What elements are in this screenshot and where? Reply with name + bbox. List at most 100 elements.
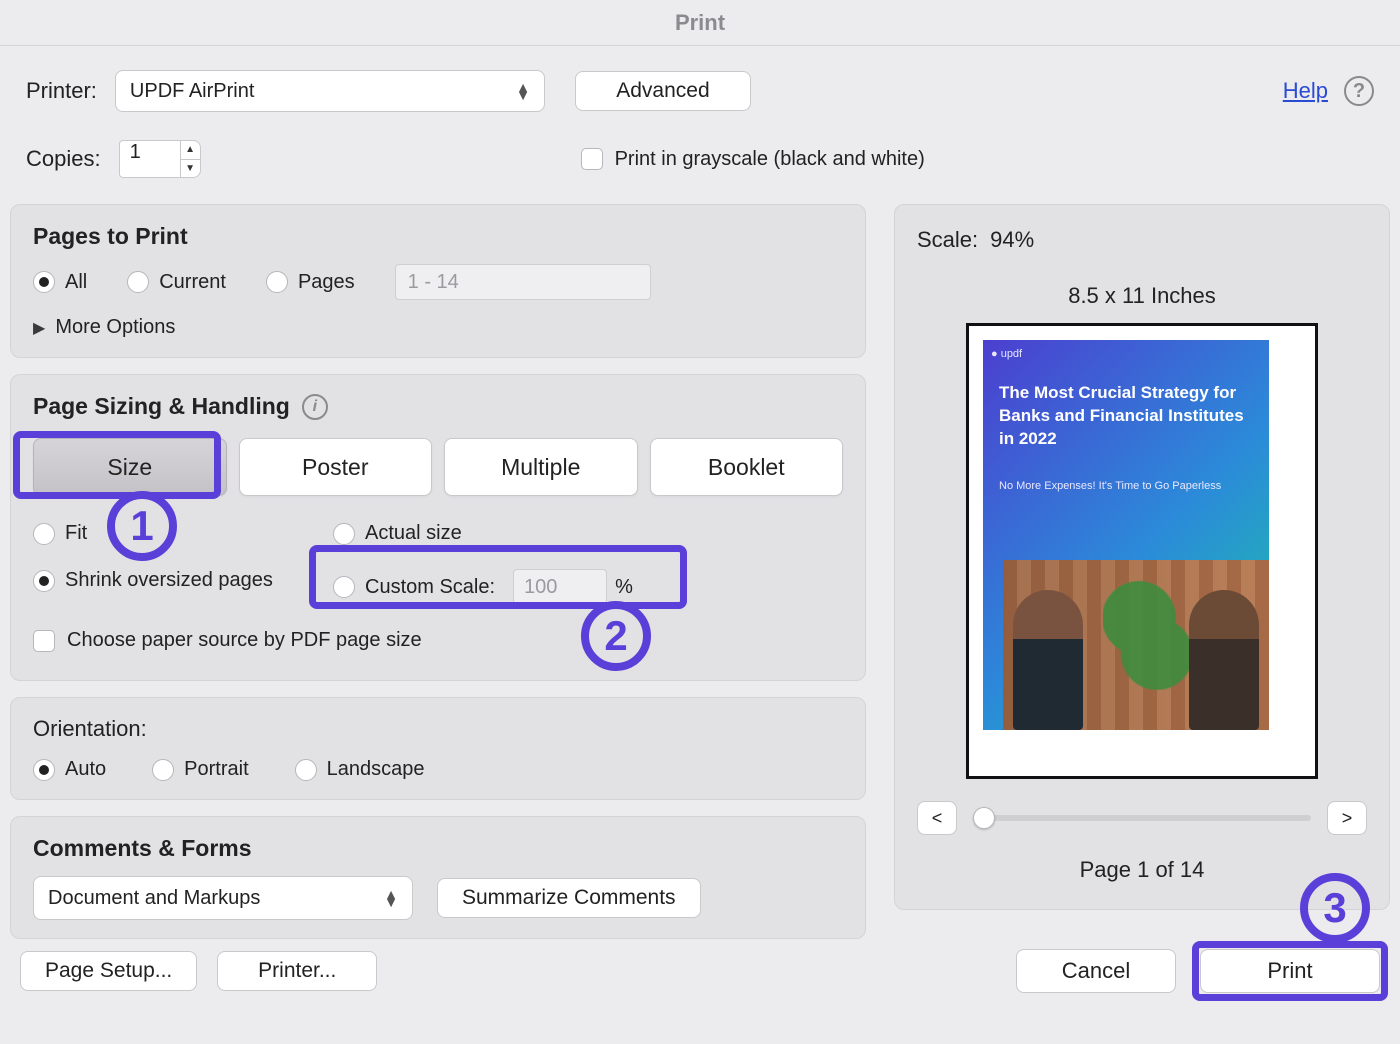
tab-size[interactable]: Size [33, 438, 227, 496]
preview-person-right [1189, 590, 1259, 730]
info-icon[interactable]: i [302, 394, 328, 420]
preview-headline: The Most Crucial Strategy for Banks and … [999, 382, 1253, 451]
page-size-label: 8.5 x 11 Inches [917, 283, 1367, 309]
cancel-button[interactable]: Cancel [1016, 949, 1176, 993]
custom-scale-label: Custom Scale: [365, 576, 495, 599]
printer-select[interactable]: UPDF AirPrint ▲▼ [115, 70, 545, 112]
page-slider[interactable] [973, 815, 1311, 821]
grayscale-label: Print in grayscale (black and white) [615, 148, 925, 171]
actual-size-label: Actual size [365, 522, 462, 545]
window-title: Print [0, 0, 1400, 46]
print-label: Print [1267, 958, 1312, 984]
tab-multiple[interactable]: Multiple [444, 438, 638, 496]
preview-brand: ● updf [991, 348, 1022, 360]
pages-range-input[interactable]: 1 - 14 [395, 264, 651, 300]
tab-poster-label: Poster [302, 454, 368, 481]
preview-panel: Scale: 94% 8.5 x 11 Inches ● updf The Mo… [894, 204, 1390, 910]
copies-stepper[interactable]: ▲ ▼ [181, 140, 201, 178]
percent-label: % [615, 576, 633, 599]
scale-value: 94% [990, 227, 1034, 253]
choose-paper-option[interactable]: Choose paper source by PDF page size [33, 629, 843, 652]
comments-title: Comments & Forms [33, 835, 843, 862]
page-indicator: Page 1 of 14 [917, 857, 1367, 883]
radio-icon [266, 271, 288, 293]
pages-all-option[interactable]: All [33, 271, 87, 294]
summarize-comments-button[interactable]: Summarize Comments [437, 878, 701, 918]
shrink-option[interactable]: Shrink oversized pages [33, 569, 333, 592]
orientation-landscape-label: Landscape [327, 758, 425, 781]
page-setup-label: Page Setup... [45, 959, 172, 983]
page-preview: ● updf The Most Crucial Strategy for Ban… [966, 323, 1318, 779]
orientation-portrait[interactable]: Portrait [152, 758, 248, 781]
orientation-title: Orientation: [33, 716, 843, 742]
preview-document-art: ● updf The Most Crucial Strategy for Ban… [983, 340, 1269, 730]
actual-size-option[interactable]: Actual size [333, 522, 633, 545]
advanced-label: Advanced [616, 79, 709, 103]
radio-icon [333, 523, 355, 545]
radio-icon [152, 759, 174, 781]
pages-current-label: Current [159, 271, 226, 294]
orientation-panel: Orientation: Auto Portrait Landscape [10, 697, 866, 800]
fit-option[interactable]: Fit [33, 522, 333, 545]
printer-settings-button[interactable]: Printer... [217, 951, 377, 991]
chevron-updown-icon: ▲▼ [384, 890, 398, 906]
tab-booklet-label: Booklet [708, 454, 785, 481]
fit-label: Fit [65, 522, 87, 545]
printer-label: Printer: [26, 78, 97, 104]
prev-page-button[interactable]: < [917, 801, 957, 835]
preview-plant [1103, 570, 1193, 690]
copies-label: Copies: [26, 146, 101, 172]
print-button[interactable]: Print [1200, 949, 1380, 993]
radio-icon [127, 271, 149, 293]
pages-all-label: All [65, 271, 87, 294]
shrink-label: Shrink oversized pages [65, 569, 273, 592]
slider-thumb[interactable] [973, 807, 995, 829]
preview-person-left [1013, 590, 1083, 730]
tab-size-label: Size [107, 454, 152, 481]
radio-icon [33, 759, 55, 781]
cancel-label: Cancel [1062, 958, 1130, 984]
choose-paper-label: Choose paper source by PDF page size [67, 629, 422, 652]
pages-title: Pages to Print [33, 223, 843, 250]
tab-booklet[interactable]: Booklet [650, 438, 844, 496]
scale-label: Scale: [917, 227, 978, 253]
radio-icon [333, 576, 355, 598]
custom-scale-input[interactable]: 100 [513, 569, 607, 605]
stepper-down-icon[interactable]: ▼ [181, 160, 200, 178]
advanced-button[interactable]: Advanced [575, 71, 751, 111]
comments-select[interactable]: Document and Markups ▲▼ [33, 876, 413, 920]
copies-input[interactable]: 1 [119, 140, 181, 178]
help-icon[interactable]: ? [1344, 76, 1374, 106]
next-page-button[interactable]: > [1327, 801, 1367, 835]
preview-subhead: No More Expenses! It's Time to Go Paperl… [999, 480, 1253, 492]
chevron-updown-icon: ▲▼ [516, 83, 530, 99]
checkbox-icon [33, 630, 55, 652]
tab-multiple-label: Multiple [501, 454, 580, 481]
comments-value: Document and Markups [48, 887, 260, 910]
sizing-panel: Page Sizing & Handling i Size Poster Mul… [10, 374, 866, 681]
page-setup-button[interactable]: Page Setup... [20, 951, 197, 991]
disclosure-triangle-icon: ▶ [33, 318, 45, 338]
radio-icon [33, 523, 55, 545]
sizing-title: Page Sizing & Handling [33, 393, 290, 420]
orientation-landscape[interactable]: Landscape [295, 758, 425, 781]
orientation-portrait-label: Portrait [184, 758, 248, 781]
more-options-toggle[interactable]: ▶ More Options [33, 316, 843, 339]
pages-range-option[interactable]: Pages [266, 271, 355, 294]
pages-range-label: Pages [298, 271, 355, 294]
help-link[interactable]: Help [1283, 78, 1328, 104]
orientation-auto[interactable]: Auto [33, 758, 106, 781]
radio-icon [295, 759, 317, 781]
pages-to-print-panel: Pages to Print All Current Pages 1 - 14 … [10, 204, 866, 358]
radio-icon [33, 271, 55, 293]
grayscale-checkbox[interactable] [581, 148, 603, 170]
summarize-label: Summarize Comments [462, 886, 676, 910]
tab-poster[interactable]: Poster [239, 438, 433, 496]
orientation-auto-label: Auto [65, 758, 106, 781]
comments-panel: Comments & Forms Document and Markups ▲▼… [10, 816, 866, 939]
stepper-up-icon[interactable]: ▲ [181, 141, 200, 160]
custom-scale-option[interactable]: Custom Scale: 100 % [333, 569, 633, 605]
pages-current-option[interactable]: Current [127, 271, 226, 294]
printer-settings-label: Printer... [258, 959, 336, 983]
more-options-label: More Options [55, 316, 175, 339]
